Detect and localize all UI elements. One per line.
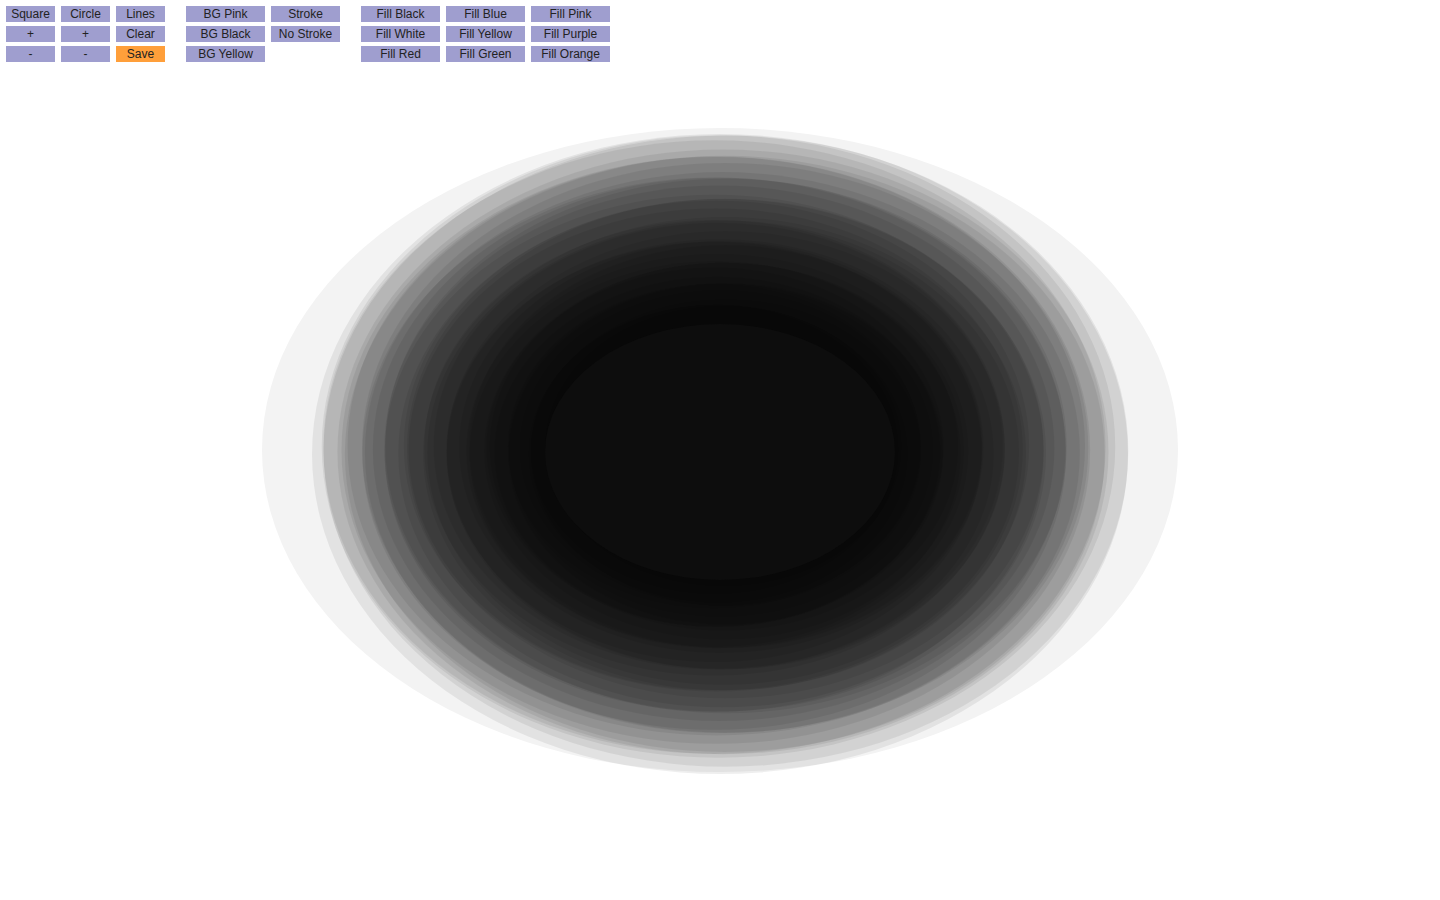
toolbar-button[interactable]: Fill Green bbox=[446, 46, 525, 62]
ellipse-shape bbox=[322, 135, 1116, 757]
toolbar-button[interactable]: Stroke bbox=[271, 6, 340, 22]
toolbar-button[interactable]: No Stroke bbox=[271, 26, 340, 42]
toolbar-button[interactable]: BG Yellow bbox=[186, 46, 265, 62]
button-column: Stroke No Stroke bbox=[271, 6, 340, 42]
ellipse-shape bbox=[404, 201, 1029, 692]
button-column: Fill Pink Fill Purple Fill Orange bbox=[531, 6, 610, 62]
ellipse-shape bbox=[362, 178, 1066, 730]
ellipse-shape bbox=[484, 263, 963, 640]
ellipse-shape bbox=[520, 290, 921, 605]
ellipse-shape bbox=[409, 208, 1023, 690]
button-group: Fill BlackFill WhiteFill RedFill BlueFil… bbox=[361, 6, 610, 62]
button-column: Fill Black Fill White Fill Red bbox=[361, 6, 440, 62]
toolbar-button[interactable]: Fill White bbox=[361, 26, 440, 42]
ellipse-shape bbox=[427, 220, 1019, 684]
ellipse-shape bbox=[337, 149, 1108, 754]
ellipse-shape bbox=[312, 134, 1128, 774]
ellipse-shape bbox=[486, 268, 943, 627]
toolbar-button[interactable]: Fill Orange bbox=[531, 46, 610, 62]
ellipse-shape bbox=[447, 239, 994, 668]
ellipse-shape bbox=[446, 242, 982, 662]
drawing-canvas[interactable] bbox=[0, 0, 1440, 900]
button-column: Lines Clear Save bbox=[116, 6, 165, 62]
toolbar-button[interactable]: Circle bbox=[61, 6, 110, 22]
ellipse-shape bbox=[545, 324, 895, 580]
toolbar-button[interactable]: Clear bbox=[116, 26, 165, 42]
toolbar: Square+-Circle+-LinesClearSaveBG PinkBG … bbox=[0, 0, 1440, 62]
ellipse-shape bbox=[323, 140, 1105, 754]
button-column: Square + - bbox=[6, 6, 55, 62]
ellipse-shape bbox=[508, 283, 943, 624]
ellipse-shape bbox=[398, 199, 1046, 707]
toolbar-button[interactable]: - bbox=[6, 46, 55, 62]
toolbar-button[interactable]: Fill Yellow bbox=[446, 26, 525, 42]
ellipse-shape bbox=[324, 135, 1129, 766]
ellipse-shape bbox=[459, 241, 983, 653]
ellipse-shape bbox=[341, 157, 1090, 744]
toolbar-button[interactable]: Fill Black bbox=[361, 6, 440, 22]
button-column: BG Pink BG Black BG Yellow bbox=[186, 6, 265, 62]
toolbar-button[interactable]: Fill Pink bbox=[531, 6, 610, 22]
ellipse-shape bbox=[545, 306, 901, 586]
toolbar-button[interactable]: Fill Blue bbox=[446, 6, 525, 22]
ellipse-shape bbox=[384, 186, 1054, 712]
button-group: Square+-Circle+-LinesClearSave bbox=[6, 6, 165, 62]
toolbar-button[interactable]: Square bbox=[6, 6, 55, 22]
toolbar-button[interactable]: - bbox=[61, 46, 110, 62]
toolbar-button[interactable]: + bbox=[6, 26, 55, 42]
ellipse-shape bbox=[508, 284, 920, 608]
ellipse-shape bbox=[447, 231, 1005, 669]
ellipse-shape bbox=[529, 305, 907, 603]
ellipse-shape bbox=[469, 245, 982, 648]
toolbar-button[interactable]: Lines bbox=[116, 6, 165, 22]
button-column: Circle + - bbox=[61, 6, 110, 62]
ellipse-shape bbox=[424, 220, 1004, 676]
sketch-app: Square+-Circle+-LinesClearSaveBG PinkBG … bbox=[0, 0, 1440, 900]
ellipse-shape bbox=[423, 217, 1026, 690]
toolbar-button[interactable]: BG Black bbox=[186, 26, 265, 42]
toolbar-button[interactable]: Fill Red bbox=[361, 46, 440, 62]
ellipse-shape bbox=[466, 254, 968, 648]
toolbar-button[interactable]: Fill Purple bbox=[531, 26, 610, 42]
toolbar-button[interactable]: BG Pink bbox=[186, 6, 265, 22]
ellipse-shape bbox=[262, 128, 1178, 772]
button-column: Fill Blue Fill Yellow Fill Green bbox=[446, 6, 525, 62]
toolbar-button[interactable]: + bbox=[61, 26, 110, 42]
button-group: BG Pink BG Black BG Yellow Stroke No Stroke bbox=[186, 6, 340, 62]
toolbar-button[interactable]: Save bbox=[116, 46, 165, 62]
ellipse-shape bbox=[362, 163, 1088, 733]
